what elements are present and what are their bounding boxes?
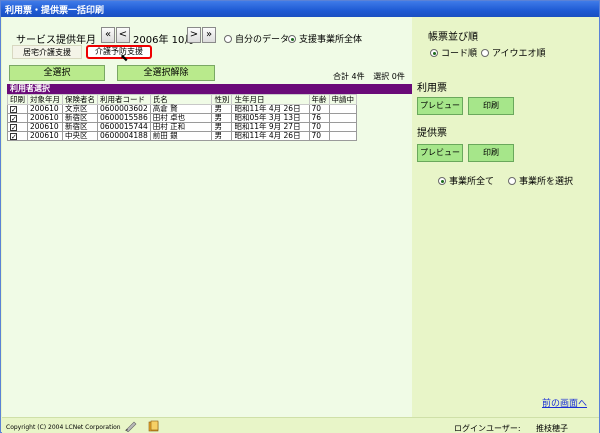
cell-pending — [328, 131, 357, 141]
user-select-header: 利用者選択 — [7, 84, 412, 94]
print-checkbox[interactable]: ✓ — [10, 123, 17, 131]
last-month-button[interactable]: » — [202, 27, 216, 43]
col-sex[interactable]: 性別 — [211, 94, 233, 105]
print-checkbox[interactable]: ✓ — [10, 114, 17, 122]
provide-preview-button[interactable]: プレビュー — [417, 144, 463, 162]
user-table: 印刷 対象年月 保険者名 利用者コード 氏名 性別 生年月日 年齢 申請中 ✓ … — [7, 94, 357, 141]
first-month-button[interactable]: « — [101, 27, 115, 43]
tab-home-care[interactable]: 居宅介護支援 — [12, 45, 82, 59]
provide-print-button[interactable]: 印刷 — [468, 144, 514, 162]
sort-kana-label: アイウエオ順 — [492, 49, 546, 59]
mouse-cursor-icon: ⬉ — [120, 53, 129, 64]
office-select-label: 事業所を選択 — [519, 177, 574, 187]
table-header-row: 印刷 対象年月 保険者名 利用者コード 氏名 性別 生年月日 年齢 申請中 — [7, 94, 357, 105]
sort-order-label: 帳票並び順 — [428, 32, 478, 43]
sort-code-label: コード順 — [441, 49, 478, 59]
cell-user-code: 0600004188 — [97, 131, 151, 141]
cell-age: 70 — [308, 131, 330, 141]
scope-office-label: 支援事業所全体 — [299, 35, 363, 45]
col-print[interactable]: 印刷 — [7, 94, 28, 105]
radio-sort-kana[interactable] — [481, 49, 489, 57]
period-value: 2006年 10月 — [133, 31, 194, 46]
print-checkbox[interactable]: ✓ — [10, 105, 17, 113]
total-count: 合計 4件 — [333, 72, 365, 81]
tab-prevention[interactable]: 介護予防支援 — [86, 45, 152, 59]
cell-name: 前田 銀 — [149, 131, 213, 141]
book-icon[interactable] — [147, 420, 161, 432]
back-link[interactable]: 前の画面へ — [542, 396, 587, 409]
next-month-button[interactable]: > — [187, 27, 201, 43]
app-window: 利用票・提供票一括印刷 サービス提供年月 « < 2006年 10月 > » 自… — [0, 0, 600, 433]
cell-pending — [328, 122, 357, 132]
cell-dob: 昭和11年 4月 26日 — [231, 131, 310, 141]
count-summary: 合計 4件 選択 0件 — [333, 71, 411, 82]
cell-sex: 男 — [211, 131, 233, 141]
col-insurer[interactable]: 保険者名 — [62, 94, 98, 105]
clear-all-button[interactable]: 全選択解除 — [117, 65, 215, 81]
usage-print-button[interactable]: 印刷 — [468, 97, 514, 115]
pen-icon[interactable] — [124, 420, 138, 432]
main-panel: サービス提供年月 « < 2006年 10月 > » 自分のデータ 支援事業所全… — [2, 17, 412, 417]
usage-ticket-label: 利用票 — [417, 83, 447, 94]
status-bar: Copyright (C) 2004 LCNet Corporation ログイ… — [2, 417, 599, 433]
sort-code-option[interactable]: コード順 — [430, 46, 477, 59]
window-title: 利用票・提供票一括印刷 — [5, 6, 105, 16]
cell-year-month: 200610 — [27, 131, 63, 141]
col-name[interactable]: 氏名 — [149, 94, 213, 105]
radio-sort-code[interactable] — [430, 49, 438, 57]
office-all-option[interactable]: 事業所全て — [438, 174, 494, 187]
scope-own-option[interactable]: 自分のデータ — [224, 32, 289, 45]
usage-preview-button[interactable]: プレビュー — [417, 97, 463, 115]
office-select-option[interactable]: 事業所を選択 — [508, 174, 573, 187]
radio-own[interactable] — [224, 35, 232, 43]
cell-pending — [328, 104, 357, 114]
col-user-code[interactable]: 利用者コード — [97, 94, 151, 105]
table-row[interactable]: ✓ 200610 新宿区 0600015744 田村 正和 男 昭和11年 9月… — [7, 122, 357, 132]
cell-insurer: 中央区 — [62, 131, 98, 141]
right-panel: 帳票並び順 コード順 アイウエオ順 利用票 プレビュー 印刷 提供票 プレビュー… — [412, 17, 599, 417]
col-age[interactable]: 年齢 — [308, 94, 330, 105]
office-all-label: 事業所全て — [449, 177, 495, 187]
sort-kana-option[interactable]: アイウエオ順 — [481, 46, 546, 59]
cell-pending — [328, 113, 357, 123]
radio-office-all[interactable] — [438, 177, 446, 185]
copyright-text: Copyright (C) 2004 LCNet Corporation — [6, 424, 121, 431]
col-dob[interactable]: 生年月日 — [231, 94, 310, 105]
title-bar: 利用票・提供票一括印刷 — [1, 1, 599, 17]
login-user-name: 推枝穂子 — [536, 424, 568, 433]
scope-own-label: 自分のデータ — [235, 35, 290, 45]
select-all-button[interactable]: 全選択 — [9, 65, 105, 81]
provide-ticket-label: 提供票 — [417, 128, 447, 139]
radio-office-select[interactable] — [508, 177, 516, 185]
selected-count: 選択 0件 — [373, 72, 405, 81]
login-user-label: ログインユーザー: — [454, 424, 521, 433]
period-label: サービス提供年月 — [16, 35, 96, 46]
print-checkbox[interactable]: ✓ — [10, 132, 17, 140]
scope-office-option[interactable]: 支援事業所全体 — [288, 32, 362, 45]
radio-office[interactable] — [288, 35, 296, 43]
table-row[interactable]: ✓ 200610 中央区 0600004188 前田 銀 男 昭和11年 4月 … — [7, 131, 357, 141]
col-year-month[interactable]: 対象年月 — [27, 94, 63, 105]
prev-month-button[interactable]: < — [116, 27, 130, 43]
col-pending[interactable]: 申請中 — [328, 94, 357, 105]
